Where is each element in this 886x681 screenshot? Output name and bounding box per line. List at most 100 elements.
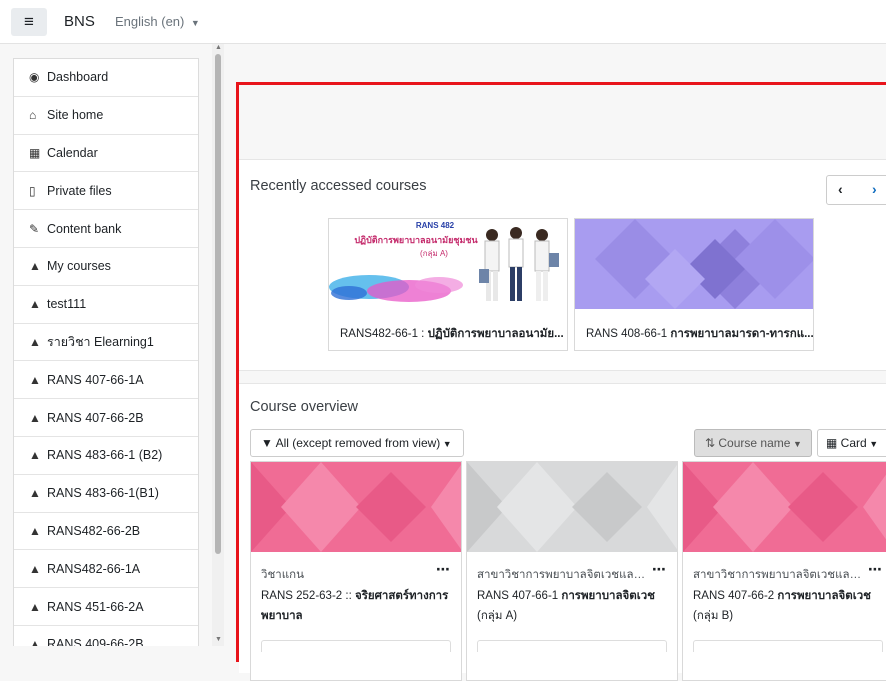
chevron-left-icon[interactable]: ‹ — [838, 181, 843, 197]
recent-course-card[interactable]: RANS 408-66-1 การพยาบาลมารดา-ทารกแ... — [574, 218, 814, 351]
scroll-up-icon[interactable]: ▲ — [215, 44, 222, 51]
sidebar-item-label: RANS 483-66-1(B1) — [47, 486, 159, 501]
course-pattern-image — [575, 219, 813, 309]
course-filter-dropdown[interactable]: ▼ All (except removed from view) ▼ — [250, 429, 464, 457]
sidebar-item-label: RANS 407-66-1A — [47, 372, 144, 387]
course-pattern-image — [467, 462, 677, 552]
course-pattern-image — [251, 462, 461, 552]
course-card[interactable]: วิชาแกน ⋯RANS 252-63-2 :: จริยศาสตร์ทางกา… — [250, 461, 462, 681]
course-card[interactable]: สาขาวิชาการพยาบาลจิตเวชและ... ⋯ RANS 407-6… — [466, 461, 678, 681]
caret-down-icon: ▼ — [866, 439, 879, 449]
graduation-cap-icon: ▲ — [29, 561, 41, 576]
sidebar-item[interactable]: ◉ Dashboard — [14, 59, 198, 97]
sidebar-scrollbar[interactable]: ▲ ▼ — [212, 44, 224, 646]
more-options-icon[interactable]: ⋯ — [436, 561, 450, 578]
sidebar-item[interactable]: ▲ test111 — [14, 286, 198, 324]
course-name-link[interactable]: RANS 407-66-1 การพยาบาลจิตเวช (กลุ่ม A) — [477, 586, 667, 626]
banner-title: ปฏิบัติการพยาบาลอนามัยชุมชน — [354, 235, 478, 245]
recent-pager: ‹ › — [826, 175, 886, 205]
language-menu[interactable]: English (en) ▼ — [115, 14, 200, 29]
course-pattern-image — [683, 462, 886, 552]
site-brand[interactable]: BNS — [64, 13, 95, 30]
recently-accessed-block: Recently accessed courses ‹ › RANS 482 ป… — [239, 159, 886, 371]
sidebar-item[interactable]: ▲ RANS 451-66-2A — [14, 588, 198, 626]
graduation-cap-icon: ▲ — [29, 334, 41, 349]
brush-icon: ✎ — [29, 221, 40, 236]
graduation-cap-icon: ▲ — [29, 523, 41, 538]
caret-down-icon: ▼ — [790, 439, 802, 449]
sidebar-item-label: Dashboard — [47, 70, 109, 85]
home-icon: ⌂ — [29, 108, 37, 123]
more-options-icon[interactable]: ⋯ — [868, 561, 882, 578]
nav-list: ◉ Dashboard ⌂ Site home ▦ Calendar ▯ Private fi… — [13, 58, 199, 646]
course-category: วิชาแกน — [261, 569, 304, 581]
sidebar-item-label: RANS 483-66-1 (B2) — [47, 448, 163, 463]
filter-icon: ▼ — [261, 436, 276, 450]
sidebar-item-label: Site home — [47, 108, 104, 123]
sidebar-item-label: RANS 451-66-2A — [47, 599, 144, 614]
graduation-cap-icon: ▲ — [29, 297, 41, 312]
banner-group: (กลุ่ม A) — [420, 249, 448, 258]
graduation-cap-icon: ▲ — [29, 372, 41, 387]
sidebar-item[interactable]: ▲ RANS 409-66-2B — [14, 626, 198, 646]
graduation-cap-icon: ▲ — [29, 637, 41, 646]
sidebar-item-label: Private files — [47, 183, 112, 198]
sidebar-item[interactable]: ▲ RANS482-66-1A — [14, 550, 198, 589]
sidebar-item-label: RANS482-66-2B — [47, 523, 141, 538]
sidebar-item[interactable]: ✎ Content bank — [14, 210, 198, 248]
course-banner-image: RANS 482 ปฏิบัติการพยาบาลอนามัยชุมชน (กล… — [329, 219, 567, 309]
menu-toggle-button[interactable]: ≡ — [11, 8, 47, 36]
graduation-cap-icon: ▲ — [29, 599, 41, 614]
sidebar-item[interactable]: ▦ Calendar — [14, 135, 198, 173]
overview-title: Course overview — [250, 399, 358, 415]
banner-code: RANS 482 — [415, 221, 455, 230]
recent-course-name[interactable]: RANS 408-66-1 การพยาบาลมารดา-ทารกแ... — [586, 325, 813, 343]
graduation-cap-icon: ▲ — [29, 410, 41, 425]
graduation-cap-icon: ▲ — [29, 486, 41, 501]
graduation-cap-icon: ▲ — [29, 448, 41, 463]
hamburger-icon: ≡ — [24, 12, 34, 31]
course-category: สาขาวิชาการพยาบาลจิตเวชและ... — [477, 569, 647, 581]
sidebar-item-label: RANS 409-66-2B — [47, 637, 144, 646]
scroll-down-icon[interactable]: ▼ — [215, 636, 222, 643]
sidebar-item[interactable]: ▯ Private files — [14, 172, 198, 211]
dashboard-icon: ◉ — [29, 70, 40, 85]
course-progress-area — [261, 640, 451, 652]
course-card[interactable]: สาขาวิชาการพยาบาลจิตเวชและ... ⋯ RANS 407-6… — [682, 461, 886, 681]
sidebar-item[interactable]: ▲ RANS 407-66-1A — [14, 361, 198, 400]
sidebar-item-label: test111 — [47, 297, 87, 312]
sidebar-item[interactable]: ⌂ Site home — [14, 97, 198, 135]
grid-icon: ▦ — [826, 436, 841, 450]
recent-course-name[interactable]: RANS482-66-1 : ปฏิบัติการพยาบาลอนามัย... — [340, 325, 564, 343]
scrollbar-thumb[interactable] — [215, 54, 221, 554]
sort-icon: ⇅ — [705, 436, 719, 450]
sidebar-item[interactable]: ▲ RANS482-66-2B — [14, 513, 198, 551]
course-name-link[interactable]: RANS 252-63-2 :: จริยศาสตร์ทางการพยาบาล — [261, 586, 451, 626]
sidebar-item[interactable]: ▲ รายวิชา Elearning1 — [14, 324, 198, 362]
sidebar-item-label: My courses — [47, 259, 111, 274]
nav-drawer: ◉ Dashboard ⌂ Site home ▦ Calendar ▯ Private fi… — [0, 44, 212, 646]
sidebar-item[interactable]: ▲ My courses — [14, 248, 198, 286]
sidebar-item-label: Content bank — [47, 221, 122, 236]
sort-dropdown[interactable]: ⇅ Course name ▼ — [694, 429, 812, 457]
view-dropdown[interactable]: ▦ Card ▼ — [817, 429, 886, 457]
caret-down-icon: ▼ — [440, 439, 452, 449]
sidebar-item[interactable]: ▲ RANS 483-66-1 (B2) — [14, 437, 198, 475]
graduation-cap-icon: ▲ — [29, 259, 41, 274]
sidebar-item[interactable]: ▲ RANS 483-66-1(B1) — [14, 475, 198, 513]
course-overview-block: Course overview ▼ All (except removed fr… — [239, 383, 886, 681]
calendar-icon: ▦ — [29, 145, 41, 160]
chevron-right-icon[interactable]: › — [872, 181, 877, 197]
sidebar-item[interactable]: ▲ RANS 407-66-2B — [14, 399, 198, 437]
main-region: Recently accessed courses ‹ › RANS 482 ป… — [236, 82, 886, 681]
sidebar-item-label: รายวิชา Elearning1 — [47, 334, 154, 349]
course-progress-area — [477, 640, 667, 652]
caret-down-icon: ▼ — [188, 18, 200, 28]
recent-title: Recently accessed courses — [250, 178, 427, 194]
sidebar-item-label: RANS 407-66-2B — [47, 410, 144, 425]
recent-course-card[interactable]: RANS 482 ปฏิบัติการพยาบาลอนามัยชุมชน (กล… — [328, 218, 568, 351]
sidebar-item-label: Calendar — [47, 145, 98, 160]
more-options-icon[interactable]: ⋯ — [652, 561, 666, 578]
course-name-link[interactable]: RANS 407-66-2 การพยาบาลจิตเวช (กลุ่ม B) — [693, 586, 883, 626]
course-progress-area — [693, 640, 883, 652]
